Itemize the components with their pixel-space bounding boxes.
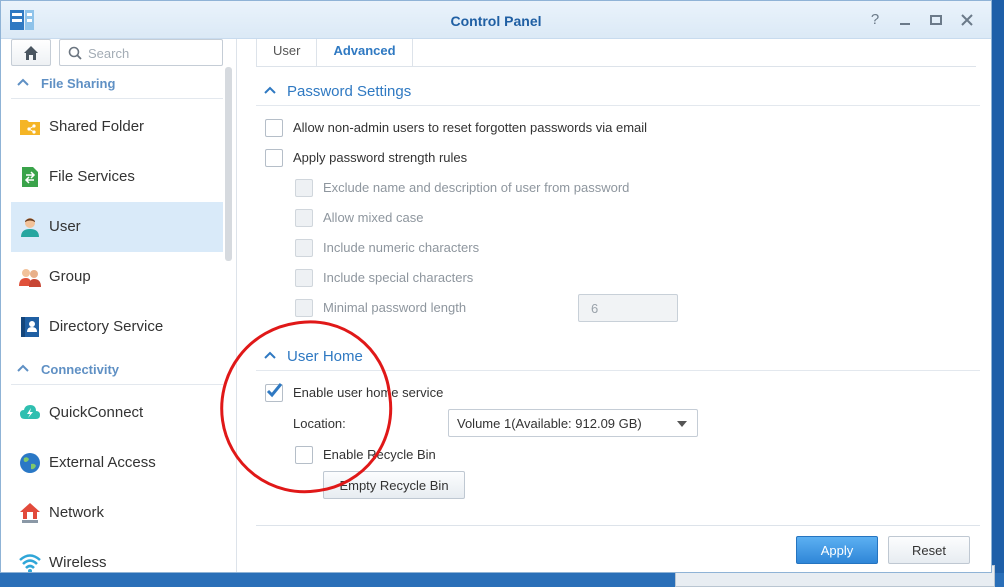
wifi-icon: [19, 554, 41, 572]
tab-bar: User Advanced: [256, 39, 976, 67]
group-icon: [19, 269, 41, 287]
enable-home-checkbox[interactable]: [265, 383, 283, 402]
close-icon[interactable]: [956, 9, 978, 31]
rule-exclude-name-checkbox[interactable]: [295, 179, 313, 197]
checkmark-icon: [266, 383, 283, 398]
checkbox-label: Enable user home service: [293, 385, 444, 400]
rule-mixed-case-option: Allow mixed case: [295, 208, 715, 228]
sidebar: File Sharing Shared Folder File Services: [1, 39, 237, 572]
sidebar-item-label: File Services: [49, 168, 135, 185]
reset-via-email-checkbox[interactable]: [265, 119, 283, 137]
control-panel-window: Control Panel ? File Sharing: [0, 0, 992, 573]
checkbox-label: Allow mixed case: [323, 210, 424, 225]
checkbox-label: Apply password strength rules: [293, 150, 468, 165]
recycle-bin-option: Enable Recycle Bin: [295, 445, 515, 465]
sidebar-item-network[interactable]: Network: [11, 488, 223, 538]
location-selected-value: Volume 1(Available: 912.09 GB): [457, 416, 642, 431]
chevron-up-icon: [17, 364, 29, 372]
search-icon: [68, 46, 82, 60]
rule-exclude-name-option: Exclude name and description of user fro…: [295, 178, 715, 198]
strength-rules-checkbox[interactable]: [265, 149, 283, 167]
reset-button[interactable]: Reset: [888, 536, 970, 564]
directory-service-icon: [21, 317, 39, 337]
sidebar-item-shared-folder[interactable]: Shared Folder: [11, 102, 223, 152]
checkbox-label: Minimal password length: [323, 300, 467, 315]
rule-numeric-checkbox[interactable]: [295, 239, 313, 257]
search-box[interactable]: [59, 39, 223, 66]
recycle-bin-checkbox[interactable]: [295, 446, 313, 464]
rule-numeric-option: Include numeric characters: [295, 238, 715, 258]
tab-advanced[interactable]: Advanced: [317, 39, 413, 67]
empty-recycle-bin-button[interactable]: Empty Recycle Bin: [323, 471, 465, 499]
help-icon[interactable]: ?: [864, 9, 886, 31]
footer-divider: [256, 525, 980, 526]
sidebar-item-label: Shared Folder: [49, 118, 145, 135]
chevron-up-icon: [17, 78, 29, 86]
desktop-background: [992, 0, 1004, 587]
rule-mixed-case-checkbox[interactable]: [295, 209, 313, 227]
enable-home-option: Enable user home service: [265, 383, 525, 403]
reset-via-email-option: Allow non-admin users to reset forgotten…: [265, 118, 725, 138]
rule-min-length-option: Minimal password length: [295, 298, 555, 318]
sidebar-item-label: User: [49, 218, 81, 235]
section-title-label: Password Settings: [287, 83, 412, 100]
sidebar-item-label: Network: [49, 504, 105, 521]
home-button[interactable]: [11, 39, 51, 66]
sidebar-item-label: QuickConnect: [49, 404, 144, 421]
section-user-home[interactable]: User Home: [256, 341, 980, 371]
sidebar-item-label: Group: [49, 268, 91, 285]
group-header-label: File Sharing: [41, 76, 116, 91]
sidebar-item-label: Directory Service: [49, 318, 164, 335]
group-header-connectivity[interactable]: Connectivity: [11, 355, 223, 385]
title-bar[interactable]: Control Panel ?: [1, 1, 991, 39]
rule-min-length-checkbox[interactable]: [295, 299, 313, 317]
sidebar-item-directory-service[interactable]: Directory Service: [11, 302, 223, 352]
checkbox-label: Include special characters: [323, 270, 474, 285]
group-header-file-sharing[interactable]: File Sharing: [11, 69, 223, 99]
sidebar-item-file-services[interactable]: File Services: [11, 152, 223, 202]
sidebar-item-group[interactable]: Group: [11, 252, 223, 302]
dropdown-arrow-icon: [677, 421, 687, 427]
min-length-input[interactable]: 6: [578, 294, 678, 322]
apply-button[interactable]: Apply: [796, 536, 878, 564]
strength-rules-option: Apply password strength rules: [265, 148, 725, 168]
chevron-up-icon: [264, 86, 276, 94]
quickconnect-icon: [20, 405, 40, 419]
sidebar-item-external-access[interactable]: External Access: [11, 438, 223, 488]
checkbox-label: Allow non-admin users to reset forgotten…: [293, 120, 648, 135]
search-input[interactable]: [88, 44, 216, 62]
rule-special-option: Include special characters: [295, 268, 715, 288]
globe-icon: [20, 453, 40, 473]
group-header-label: Connectivity: [41, 362, 120, 377]
maximize-icon[interactable]: [925, 9, 947, 31]
window-title: Control Panel: [450, 13, 542, 29]
location-select[interactable]: Volume 1(Available: 912.09 GB): [448, 409, 698, 437]
main-content: User Advanced Password Settings Allow no…: [238, 39, 991, 572]
network-house-icon: [20, 503, 40, 523]
rule-special-checkbox[interactable]: [295, 269, 313, 287]
location-label: Location:: [293, 416, 346, 431]
shared-folder-icon: [20, 120, 40, 135]
checkbox-label: Exclude name and description of user fro…: [323, 180, 630, 195]
sidebar-scrollbar[interactable]: [225, 67, 232, 261]
file-services-icon: [22, 167, 38, 187]
section-password-settings[interactable]: Password Settings: [256, 76, 980, 106]
sidebar-item-user[interactable]: User: [11, 202, 223, 252]
user-icon: [21, 218, 39, 237]
sidebar-item-quickconnect[interactable]: QuickConnect: [11, 388, 223, 438]
checkbox-label: Enable Recycle Bin: [323, 447, 436, 462]
home-icon: [24, 45, 38, 60]
sidebar-item-label: External Access: [49, 454, 156, 471]
tab-user[interactable]: User: [256, 39, 318, 67]
sidebar-item-label: Wireless: [49, 554, 107, 571]
sidebar-item-wireless[interactable]: Wireless: [11, 538, 223, 572]
minimize-icon[interactable]: [894, 9, 916, 31]
section-title-label: User Home: [287, 348, 363, 365]
chevron-up-icon: [264, 351, 276, 359]
checkbox-label: Include numeric characters: [323, 240, 480, 255]
